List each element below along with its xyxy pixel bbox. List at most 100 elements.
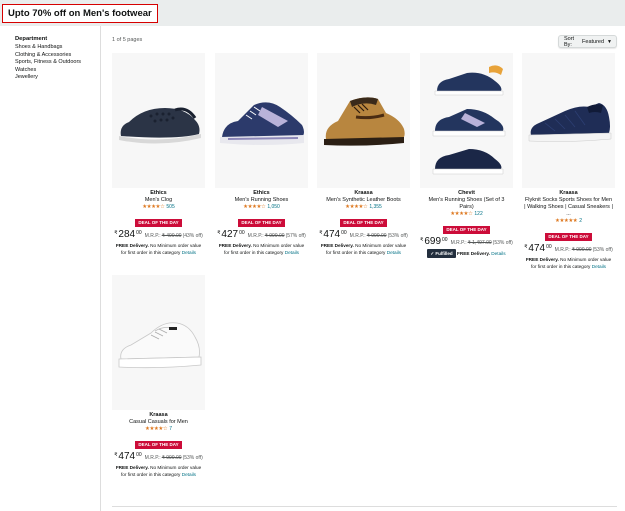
delivery-label: FREE Delivery. <box>456 251 490 256</box>
mrp-price: ₹ 999.00 <box>366 233 387 239</box>
mrp-label: M.R.P.: <box>144 233 161 239</box>
product-card: Kraasa Casual Casuals for Men ★★★★☆ 7 DEA… <box>112 275 205 478</box>
mrp-label: M.R.P.: <box>450 240 467 246</box>
mrp-price: ₹ 499.00 <box>161 233 182 239</box>
product-brand: Chevit <box>458 190 475 196</box>
rating[interactable]: ★★★★☆ 1,050 <box>215 204 308 211</box>
delivery-info: FREE Delivery. No Minimum order value fo… <box>215 242 308 256</box>
department-item[interactable]: Jewellery <box>15 74 100 82</box>
price-fraction: 00 <box>546 244 552 250</box>
delivery-label: FREE Delivery. <box>525 257 559 262</box>
delivery-label: FREE Delivery. <box>115 465 149 470</box>
price-fraction: 00 <box>341 230 347 236</box>
product-name[interactable]: Men's Synthetic Leather Boots <box>317 197 410 204</box>
white-sneaker-image <box>118 321 201 368</box>
delivery-info: FREE Delivery. No Minimum order value fo… <box>522 256 615 270</box>
product-image[interactable] <box>112 53 205 188</box>
delivery-label: FREE Delivery. <box>320 243 354 248</box>
product-brand: Kraasa <box>559 190 578 196</box>
rating-count[interactable]: 122 <box>474 211 482 218</box>
deal-badge: DEAL OF THE DAY <box>340 218 387 227</box>
delivery-label: FREE Delivery. <box>115 243 149 248</box>
divider <box>112 506 617 507</box>
running-shoe-image <box>219 102 304 145</box>
delivery-info: ✓ Fulfilled FREE Delivery. Details <box>420 249 513 258</box>
details-link[interactable]: Details <box>387 250 401 255</box>
delivery-info: FREE Delivery. No Minimum order value fo… <box>112 242 205 256</box>
price: ₹474 00 M.R.P.: ₹ 999.00 (53% off) <box>112 451 205 464</box>
department-item[interactable]: Watches <box>15 67 100 75</box>
sort-value: Featured <box>582 38 605 45</box>
product-card: Kraasa Flyknit Socks Sports Shoes for Me… <box>522 53 615 270</box>
rating[interactable]: ★★★★☆ 122 <box>420 211 513 218</box>
rating[interactable]: ★★★★☆ 7 <box>112 426 205 433</box>
mrp-price: ₹ 1,497.00 <box>467 240 492 246</box>
mrp-label: M.R.P.: <box>554 247 571 253</box>
promo-title: Upto 70% off on Men's footwear <box>2 4 158 23</box>
discount: (43% off) <box>182 233 203 239</box>
boot-shoe-image <box>323 96 405 146</box>
rating[interactable]: ★★★★★ 2 <box>522 218 615 225</box>
discount: (57% off) <box>285 233 306 239</box>
details-link[interactable]: Details <box>491 251 505 256</box>
star-rating-icon: ★★★★☆ <box>142 204 165 210</box>
currency-symbol: ₹ <box>114 230 118 236</box>
product-image[interactable] <box>522 53 615 188</box>
price: ₹427 00 M.R.P.: ₹ 999.00 (57% off) <box>215 229 308 242</box>
details-link[interactable]: Details <box>285 250 299 255</box>
mrp-price: ₹ 999.00 <box>264 233 285 239</box>
department-item[interactable]: Clothing & Accessories <box>15 52 100 60</box>
product-image[interactable] <box>215 53 308 188</box>
price-whole: 427 <box>221 229 239 240</box>
mrp-price: ₹ 999.00 <box>571 247 592 253</box>
department-item[interactable]: Sports, Fitness & Outdoors <box>15 59 100 67</box>
star-rating-icon: ★★★★★ <box>555 218 578 224</box>
rating[interactable]: ★★★★☆ 1,355 <box>317 204 410 211</box>
rating-count[interactable]: 1,355 <box>369 204 382 211</box>
product-image[interactable] <box>112 275 205 410</box>
price-fraction: 00 <box>442 237 448 243</box>
price: ₹284 00 M.R.P.: ₹ 499.00 (43% off) <box>112 229 205 242</box>
product-brand: Ethics <box>253 190 270 196</box>
price-fraction: 00 <box>136 230 142 236</box>
price-whole: 284 <box>118 229 136 240</box>
rating-count[interactable]: 7 <box>169 426 172 433</box>
sidebar: Department Shoes & Handbags Clothing & A… <box>0 26 101 511</box>
currency-symbol: ₹ <box>420 237 424 243</box>
product-image[interactable] <box>420 53 513 188</box>
product-card: Ethics Men's Clog ★★★★☆ 505 DEAL OF THE D… <box>112 53 205 256</box>
promo-header: Upto 70% off on Men's footwear <box>0 0 625 26</box>
star-rating-icon: ★★★★☆ <box>243 204 266 210</box>
rating-count[interactable]: 505 <box>166 204 174 211</box>
price-fraction: 00 <box>136 452 142 458</box>
product-card: Ethics Men's Running Shoes ★★★★☆ 1,050 DE… <box>215 53 308 256</box>
product-name[interactable]: Flyknit Socks Sports Shoes for Men | Wal… <box>522 197 615 218</box>
product-image[interactable] <box>317 53 410 188</box>
discount: (53% off) <box>182 455 203 461</box>
price-whole: 474 <box>528 243 546 254</box>
price-whole: 474 <box>323 229 341 240</box>
product-name[interactable]: Men's Running Shoes (Set of 3 Pairs) <box>420 197 513 211</box>
discount: (53% off) <box>387 233 408 239</box>
currency-symbol: ₹ <box>217 230 221 236</box>
sort-dropdown[interactable]: Sort By: Featured ▼ <box>558 35 617 48</box>
currency-symbol: ₹ <box>319 230 323 236</box>
rating[interactable]: ★★★★☆ 505 <box>112 204 205 211</box>
product-name[interactable]: Men's Running Shoes <box>215 197 308 204</box>
chevron-down-icon: ▼ <box>607 38 612 45</box>
product-card: Kraasa Men's Synthetic Leather Boots ★★★… <box>317 53 410 256</box>
deal-badge: DEAL OF THE DAY <box>443 225 490 234</box>
details-link[interactable]: Details <box>182 250 196 255</box>
rating-count[interactable]: 1,050 <box>267 204 280 211</box>
department-item[interactable]: Shoes & Handbags <box>15 44 100 52</box>
details-link[interactable]: Details <box>592 264 606 269</box>
clog-shoe-image <box>118 107 201 144</box>
price: ₹699 00 M.R.P.: ₹ 1,497.00 (53% off) <box>420 236 513 249</box>
fulfilled-badge: ✓ Fulfilled <box>427 249 456 258</box>
details-link[interactable]: Details <box>182 472 196 477</box>
product-name[interactable]: Men's Clog <box>112 197 205 204</box>
rating-count[interactable]: 2 <box>579 218 582 225</box>
sort-label: Sort By: <box>564 35 575 48</box>
price-whole: 474 <box>118 451 136 462</box>
product-name[interactable]: Casual Casuals for Men <box>112 419 205 426</box>
